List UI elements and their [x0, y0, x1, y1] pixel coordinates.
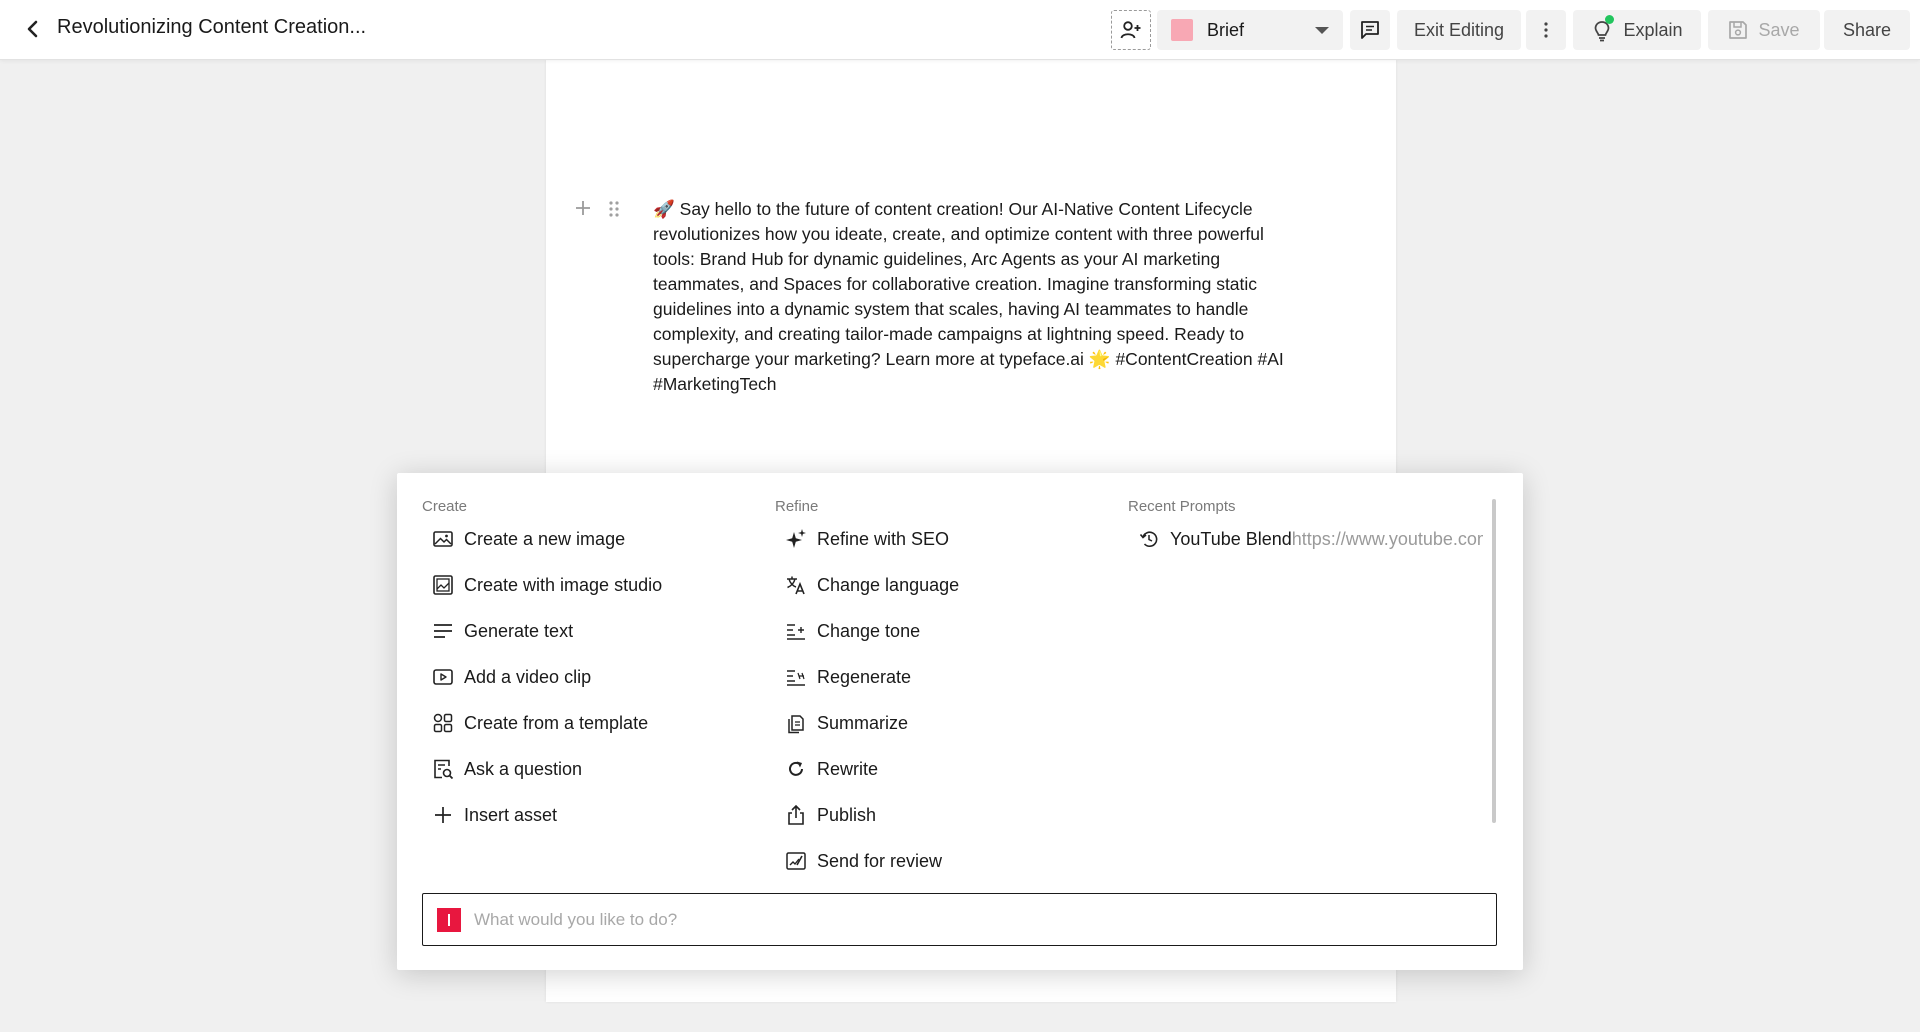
prompt-input[interactable] [474, 909, 1496, 930]
caret-down-icon [1315, 27, 1329, 34]
menu-item-generate-text[interactable]: Generate text [432, 616, 573, 646]
menu-item-summarize[interactable]: Summarize [785, 708, 908, 738]
drag-handle[interactable] [607, 199, 621, 219]
save-label: Save [1758, 19, 1800, 40]
refine-heading: Refine [775, 498, 819, 515]
tone-icon [787, 624, 805, 640]
history-icon [1139, 531, 1158, 548]
comments-button[interactable] [1350, 10, 1390, 50]
menu-item-template[interactable]: Create from a template [432, 708, 648, 738]
menu-item-rewrite[interactable]: Rewrite [785, 754, 878, 784]
add-block-button[interactable] [572, 197, 594, 219]
plus-icon [435, 807, 451, 823]
regenerate-icon [787, 670, 805, 686]
more-vertical-icon [1544, 22, 1548, 38]
command-palette: Create Refine Recent Prompts Create a ne… [397, 473, 1523, 970]
image-icon [433, 531, 453, 547]
text-lines-icon [434, 624, 452, 638]
back-button[interactable] [18, 14, 48, 44]
recent-prompt-title: YouTube Blend [1170, 528, 1292, 549]
sparkle-icon [786, 529, 806, 548]
menu-item-add-video[interactable]: Add a video clip [432, 662, 591, 692]
menu-item-insert-asset[interactable]: Insert asset [432, 800, 557, 830]
brief-label: Brief [1207, 19, 1245, 40]
menu-item-change-tone[interactable]: Change tone [785, 616, 920, 646]
recent-prompt-item[interactable]: YouTube Blend https://www.youtube.com [1138, 524, 1483, 554]
drag-handle-icon [609, 201, 619, 217]
menu-item-ask-question[interactable]: Ask a question [432, 754, 582, 784]
menu-item-change-language[interactable]: Change language [785, 570, 959, 600]
review-icon [786, 852, 806, 870]
template-grid-icon [433, 713, 453, 733]
chevron-left-icon [27, 20, 38, 38]
document-title[interactable]: Revolutionizing Content Creation... [57, 16, 366, 39]
share-button[interactable]: Share [1824, 10, 1910, 50]
palette-scrollbar[interactable] [1492, 499, 1496, 823]
typeface-logo-icon [437, 907, 461, 932]
recent-prompt-url: https://www.youtube.com [1291, 528, 1483, 549]
summarize-icon [788, 715, 804, 734]
translate-icon [787, 576, 805, 595]
save-icon [1729, 21, 1748, 39]
explain-button[interactable]: Explain [1573, 10, 1701, 50]
rewrite-icon [789, 761, 803, 776]
video-icon [433, 669, 453, 685]
publish-icon [788, 804, 804, 825]
add-user-icon [1120, 21, 1141, 39]
menu-item-send-review[interactable]: Send for review [785, 846, 942, 876]
add-collaborator-button[interactable] [1111, 10, 1151, 50]
brief-type-select[interactable]: Brief [1157, 10, 1343, 50]
recent-prompts-heading: Recent Prompts [1128, 498, 1236, 515]
plus-icon [576, 201, 590, 215]
menu-item-regenerate[interactable]: Regenerate [785, 662, 911, 692]
explain-label: Explain [1623, 19, 1683, 40]
menu-item-refine-seo[interactable]: Refine with SEO [785, 524, 949, 554]
save-button[interactable]: Save [1708, 10, 1820, 50]
document-paragraph[interactable]: 🚀 Say hello to the future of content cre… [653, 197, 1293, 397]
question-search-icon [434, 759, 454, 780]
comment-icon [1361, 21, 1379, 39]
brief-color-swatch [1171, 19, 1193, 41]
image-studio-icon [433, 575, 453, 595]
menu-item-create-image[interactable]: Create a new image [432, 524, 625, 554]
menu-item-publish[interactable]: Publish [785, 800, 876, 830]
exit-editing-button[interactable]: Exit Editing [1397, 10, 1521, 50]
menu-item-image-studio[interactable]: Create with image studio [432, 570, 662, 600]
prompt-input-box [422, 893, 1497, 946]
top-bar: Revolutionizing Content Creation... Brie… [0, 0, 1920, 60]
more-options-button[interactable] [1526, 10, 1566, 50]
create-heading: Create [422, 498, 468, 515]
